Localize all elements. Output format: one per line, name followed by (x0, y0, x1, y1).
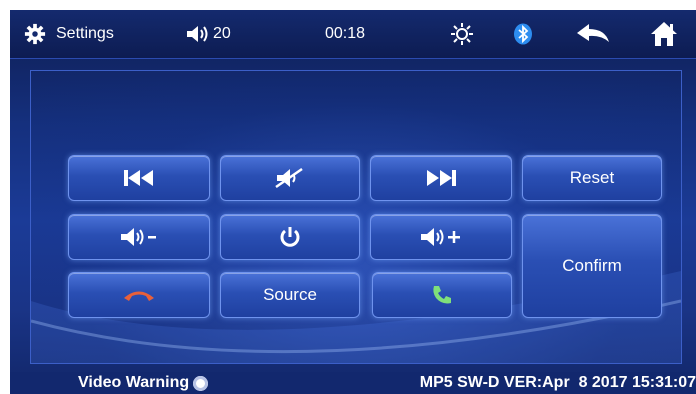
mute-button[interactable] (220, 155, 360, 201)
top-status-bar: Settings 20 00:18 (10, 10, 696, 59)
volume-up-button[interactable] (370, 214, 512, 260)
video-warning[interactable]: Video Warning (78, 374, 209, 392)
back-arrow-icon[interactable] (575, 10, 611, 58)
power-icon (280, 227, 300, 247)
next-track-icon (427, 170, 456, 186)
video-warning-label: Video Warning (78, 374, 190, 391)
home-icon[interactable] (650, 10, 678, 58)
answer-call-button[interactable] (372, 272, 512, 318)
answer-phone-icon (433, 286, 451, 304)
firmware-version: MP5 SW-D VER:Apr 8 2017 15:31:07 (419, 374, 696, 391)
settings-gear-icon[interactable] (24, 10, 46, 58)
head-unit-screen: Settings 20 00:18 Reset Confirm Source (10, 10, 696, 394)
hang-up-phone-icon (124, 291, 154, 301)
source-button[interactable]: Source (220, 272, 360, 318)
volume-icon (185, 10, 211, 58)
settings-title: Settings (56, 25, 114, 42)
brightness-icon[interactable] (451, 10, 473, 58)
confirm-button[interactable]: Confirm (522, 214, 662, 318)
previous-track-button[interactable] (68, 155, 210, 201)
video-warning-toggle-icon[interactable] (193, 375, 209, 391)
reset-button[interactable]: Reset (522, 155, 662, 201)
status-footer: Video Warning MP5 SW-D VER:Apr 8 2017 15… (10, 372, 696, 394)
next-track-button[interactable] (370, 155, 512, 201)
clock-display: 00:18 (325, 25, 366, 42)
volume-down-icon (121, 228, 156, 246)
volume-level: 20 (213, 25, 231, 42)
volume-down-button[interactable] (68, 214, 210, 260)
hang-up-button[interactable] (68, 272, 210, 318)
previous-track-icon (124, 170, 153, 186)
volume-up-icon (421, 228, 460, 246)
mute-icon (275, 167, 303, 189)
power-button[interactable] (220, 214, 360, 260)
bluetooth-icon[interactable] (513, 10, 533, 58)
